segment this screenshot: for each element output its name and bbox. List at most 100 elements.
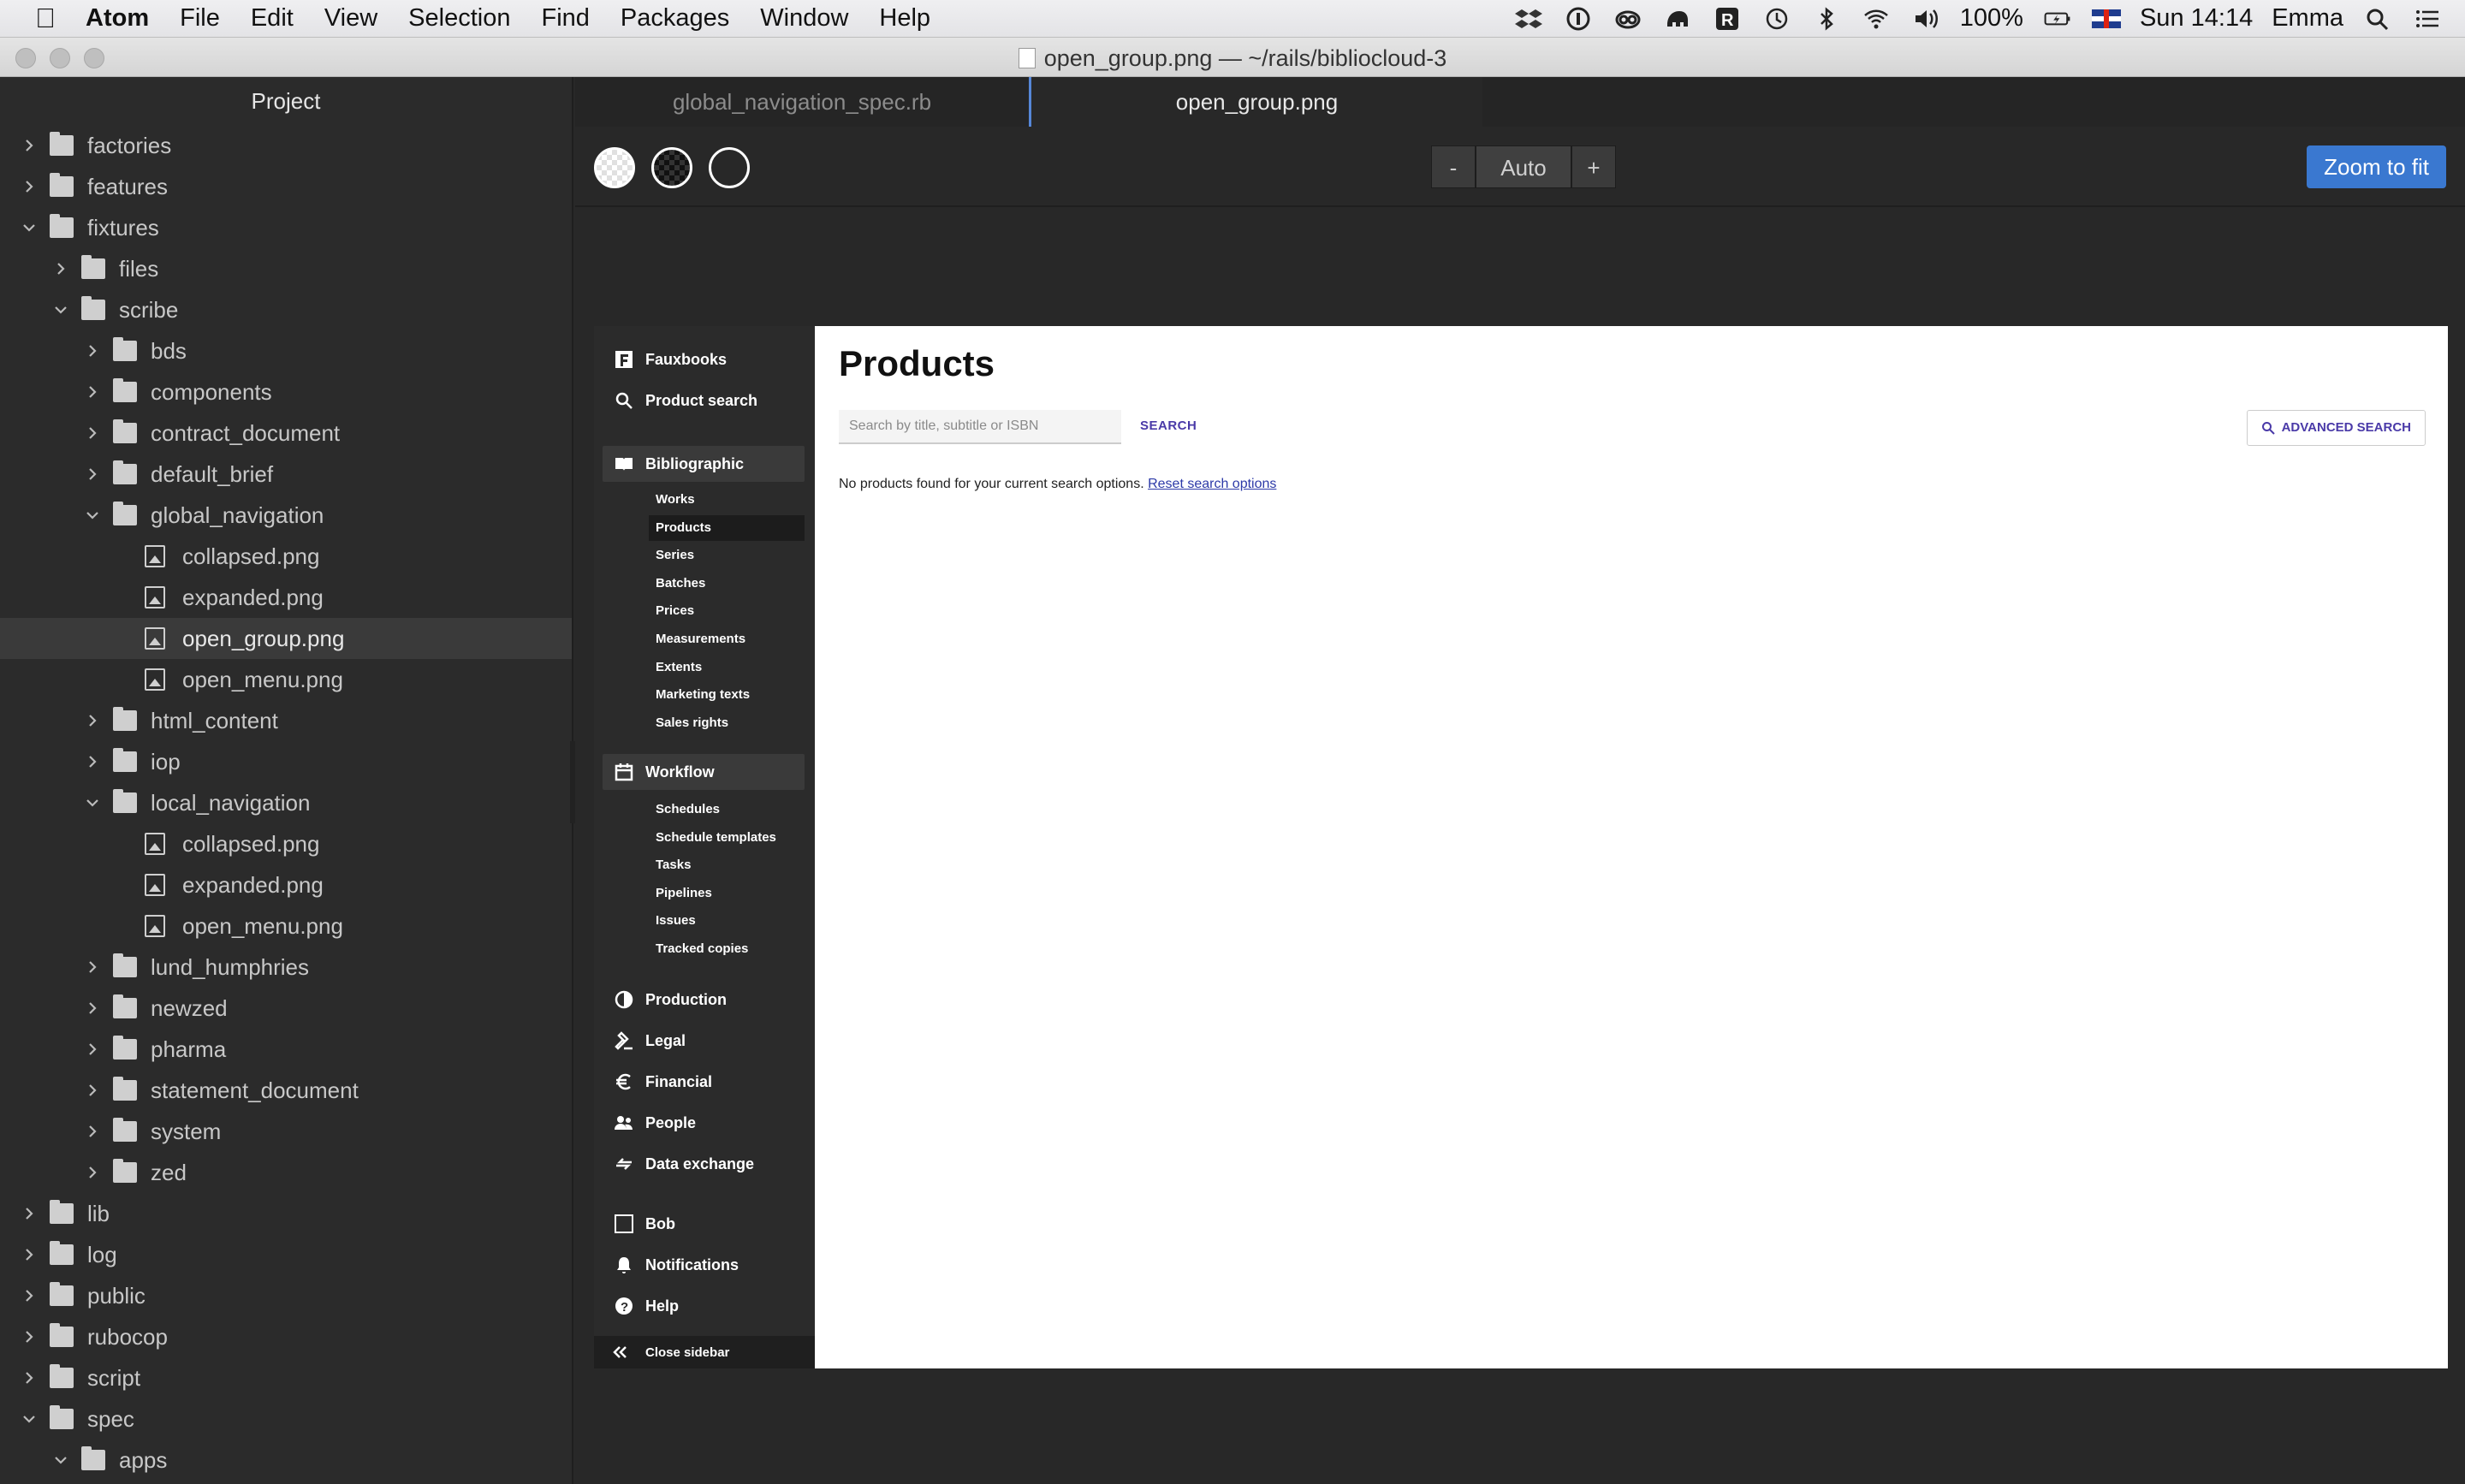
tab-global-navigation-spec[interactable]: global_navigation_spec.rb [575, 77, 1029, 127]
tree-file-row[interactable]: open_menu.png [0, 905, 572, 947]
chevron-right-icon[interactable] [21, 1275, 38, 1316]
tree-folder-row[interactable]: scribe [0, 289, 572, 330]
tree-folder-row[interactable]: spec [0, 1398, 572, 1439]
dropbox-icon[interactable] [1513, 6, 1544, 32]
nav-subitem[interactable]: Schedule templates [649, 825, 805, 851]
menu-find[interactable]: Find [526, 4, 604, 33]
nav-subitem[interactable]: Tracked copies [649, 936, 805, 962]
nav-subitem[interactable]: Tasks [649, 852, 805, 878]
nav-group-production[interactable]: Production [603, 982, 805, 1018]
tree-folder-row[interactable]: log [0, 1234, 572, 1275]
tree-folder-row[interactable]: lund_humphries [0, 947, 572, 988]
menu-edit[interactable]: Edit [235, 4, 309, 33]
time-machine-icon[interactable] [1761, 6, 1792, 32]
bluetooth-icon[interactable] [1811, 6, 1842, 32]
tree-folder-row[interactable]: script [0, 1357, 572, 1398]
advanced-search-button[interactable]: ADVANCED SEARCH [2246, 410, 2426, 446]
tree-folder-row[interactable]: default_brief [0, 454, 572, 495]
tree-folder-row[interactable]: public [0, 1275, 572, 1316]
nav-subitem[interactable]: Schedules [649, 797, 805, 822]
menu-app-name[interactable]: Atom [70, 4, 164, 33]
spotlight-search-icon[interactable] [2362, 6, 2393, 32]
menu-packages[interactable]: Packages [605, 4, 745, 33]
wifi-icon[interactable] [1861, 6, 1892, 32]
chevron-right-icon[interactable] [84, 371, 101, 413]
chevron-right-icon[interactable] [21, 125, 38, 166]
nav-subitem[interactable]: Pipelines [649, 881, 805, 906]
nav-subitem[interactable]: Sales rights [649, 710, 805, 736]
chevron-down-icon[interactable] [52, 1439, 69, 1481]
elephant-icon[interactable] [1662, 6, 1693, 32]
nav-user-bob[interactable]: Bob [603, 1206, 805, 1242]
menu-selection[interactable]: Selection [393, 4, 526, 33]
tree-folder-row[interactable]: features [0, 166, 572, 207]
tab-open-group-png[interactable]: open_group.png [1029, 77, 1482, 127]
nav-group-people[interactable]: People [603, 1105, 805, 1141]
chevron-down-icon[interactable] [84, 782, 101, 823]
tree-file-row[interactable]: open_menu.png [0, 659, 572, 700]
chevron-right-icon[interactable] [21, 1316, 38, 1357]
tree-folder-row[interactable]: pharma [0, 1029, 572, 1070]
nav-subitem[interactable]: Series [649, 543, 805, 568]
tree-file-row[interactable]: expanded.png [0, 577, 572, 618]
reset-search-link[interactable]: Reset search options [1148, 477, 1276, 491]
menu-view[interactable]: View [309, 4, 393, 33]
nav-subitem[interactable]: Batches [649, 571, 805, 597]
nav-subitem[interactable]: Issues [649, 908, 805, 934]
tree-folder-row[interactable]: system [0, 1111, 572, 1152]
tree-folder-row[interactable]: factories [0, 125, 572, 166]
menu-file[interactable]: File [164, 4, 235, 33]
chevron-down-icon[interactable] [21, 207, 38, 248]
chevron-down-icon[interactable] [52, 289, 69, 330]
tree-folder-row[interactable]: files [0, 248, 572, 289]
tree-file-row[interactable]: collapsed.png [0, 536, 572, 577]
zoom-in-button[interactable]: + [1571, 145, 1616, 188]
chevron-right-icon[interactable] [84, 741, 101, 782]
dark-checker-background-button[interactable] [651, 147, 692, 188]
tree-folder-row[interactable]: local_navigation [0, 782, 572, 823]
tree-folder-row[interactable]: bds [0, 330, 572, 371]
zoom-out-button[interactable]: - [1431, 145, 1476, 188]
chevron-right-icon[interactable] [84, 454, 101, 495]
nav-product-search[interactable]: Product search [603, 383, 805, 418]
chevron-right-icon[interactable] [84, 988, 101, 1029]
menu-window[interactable]: Window [745, 4, 864, 33]
zoom-to-fit-button[interactable]: Zoom to fit [2307, 145, 2446, 188]
tree-folder-row[interactable]: apps [0, 1439, 572, 1481]
zoom-level-button[interactable]: Auto [1476, 145, 1571, 188]
chevron-right-icon[interactable] [52, 248, 69, 289]
nav-fauxbooks[interactable]: Fauxbooks [603, 341, 805, 377]
tree-folder-row[interactable]: zed [0, 1152, 572, 1193]
tree-file-row[interactable]: open_group.png [0, 618, 572, 659]
tree-folder-row[interactable]: fixtures [0, 207, 572, 248]
nav-subitem[interactable]: Works [649, 487, 805, 513]
menu-clock[interactable]: Sun 14:14 [2140, 4, 2253, 33]
tree-folder-row[interactable]: rubocop [0, 1316, 572, 1357]
nav-group-financial[interactable]: Financial [603, 1064, 805, 1100]
r-app-icon[interactable]: R [1712, 6, 1743, 32]
tree-folder-row[interactable]: newzed [0, 988, 572, 1029]
nav-notifications[interactable]: Notifications [603, 1247, 805, 1283]
nav-group-data-exchange[interactable]: Data exchange [603, 1146, 805, 1182]
search-button[interactable]: SEARCH [1140, 418, 1197, 433]
chevron-right-icon[interactable] [84, 330, 101, 371]
chevron-right-icon[interactable] [84, 1111, 101, 1152]
chevron-right-icon[interactable] [84, 947, 101, 988]
chevron-right-icon[interactable] [21, 1234, 38, 1275]
volume-icon[interactable] [1910, 6, 1941, 32]
battery-icon[interactable] [2042, 6, 2073, 32]
nav-group-bibliographic[interactable]: Bibliographic [603, 446, 805, 482]
nav-subitem[interactable]: Measurements [649, 626, 805, 652]
tree-folder-row[interactable]: components [0, 371, 572, 413]
nav-subitem[interactable]: Products [649, 514, 805, 541]
nav-group-legal[interactable]: Legal [603, 1023, 805, 1059]
product-search-input[interactable] [839, 410, 1121, 444]
tree-folder-row[interactable]: lib [0, 1193, 572, 1234]
nav-help[interactable]: ? Help [603, 1288, 805, 1324]
password-manager-icon[interactable] [1563, 6, 1594, 32]
menu-user[interactable]: Emma [2272, 4, 2343, 33]
tree-folder-row[interactable]: iop [0, 741, 572, 782]
chevron-down-icon[interactable] [21, 1398, 38, 1439]
tree-file-row[interactable]: expanded.png [0, 864, 572, 905]
chevron-right-icon[interactable] [84, 1070, 101, 1111]
